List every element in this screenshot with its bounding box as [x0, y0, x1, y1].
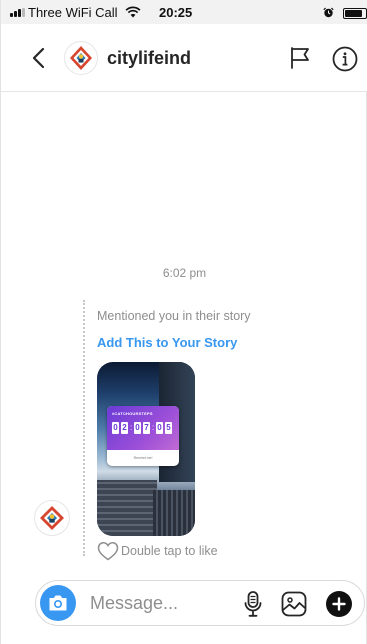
flag-icon[interactable] [288, 46, 312, 70]
double-tap-hint: Double tap to like [97, 541, 218, 561]
microphone-icon[interactable] [242, 590, 264, 618]
countdown-digit: 5 [165, 422, 172, 434]
sticker-label: #CATCHOURSTEPS [112, 411, 153, 416]
status-time: 20:25 [159, 5, 193, 20]
countdown-digit: 0 [112, 422, 119, 434]
countdown-digit: 2 [121, 422, 128, 434]
gallery-icon[interactable] [280, 590, 308, 618]
message-input[interactable] [90, 591, 230, 615]
wifi-icon [125, 6, 141, 18]
countdown-sticker: #CATCHOURSTEPS 0 2 : 0 7 : 0 5 Remind me… [107, 406, 179, 466]
carrier-name: Three WiFi Call [28, 5, 118, 20]
chat-title[interactable]: citylifeind [107, 48, 191, 69]
heart-icon[interactable] [97, 541, 119, 561]
status-bar: Three WiFi Call 20:25 [1, 0, 367, 24]
sticker-footer: Remind me! [133, 456, 153, 460]
message-composer [35, 580, 365, 626]
plus-icon [332, 597, 346, 611]
countdown-separator: : [130, 423, 133, 432]
countdown-digit: 7 [143, 422, 150, 434]
back-icon[interactable] [29, 46, 49, 70]
add-to-story-link[interactable]: Add This to Your Story [97, 335, 237, 350]
story-mention-text: Mentioned you in their story [97, 309, 251, 323]
chat-header: citylifeind [1, 24, 367, 92]
countdown-digit: 0 [134, 422, 141, 434]
story-preview[interactable]: #CATCHOURSTEPS 0 2 : 0 7 : 0 5 Remind me… [97, 362, 195, 536]
story-building [153, 490, 195, 536]
avatar[interactable] [64, 41, 98, 75]
signal-icon [10, 8, 25, 17]
countdown-digits: 0 2 : 0 7 : 0 5 [112, 422, 172, 434]
alarm-icon [323, 7, 334, 18]
countdown-digit: 0 [156, 422, 163, 434]
countdown-separator: : [152, 423, 155, 432]
message-timestamp: 6:02 pm [162, 266, 207, 280]
camera-icon [49, 595, 67, 611]
camera-button[interactable] [40, 585, 76, 621]
sender-avatar[interactable] [34, 500, 70, 536]
app-window: Three WiFi Call 20:25 citylifeind 6:02 p… [0, 0, 367, 644]
info-icon[interactable] [332, 46, 358, 72]
battery-icon [343, 8, 367, 19]
story-building [97, 480, 157, 536]
plus-button[interactable] [326, 591, 352, 617]
story-reply-divider [83, 300, 85, 556]
like-hint-text: Double tap to like [121, 544, 218, 558]
